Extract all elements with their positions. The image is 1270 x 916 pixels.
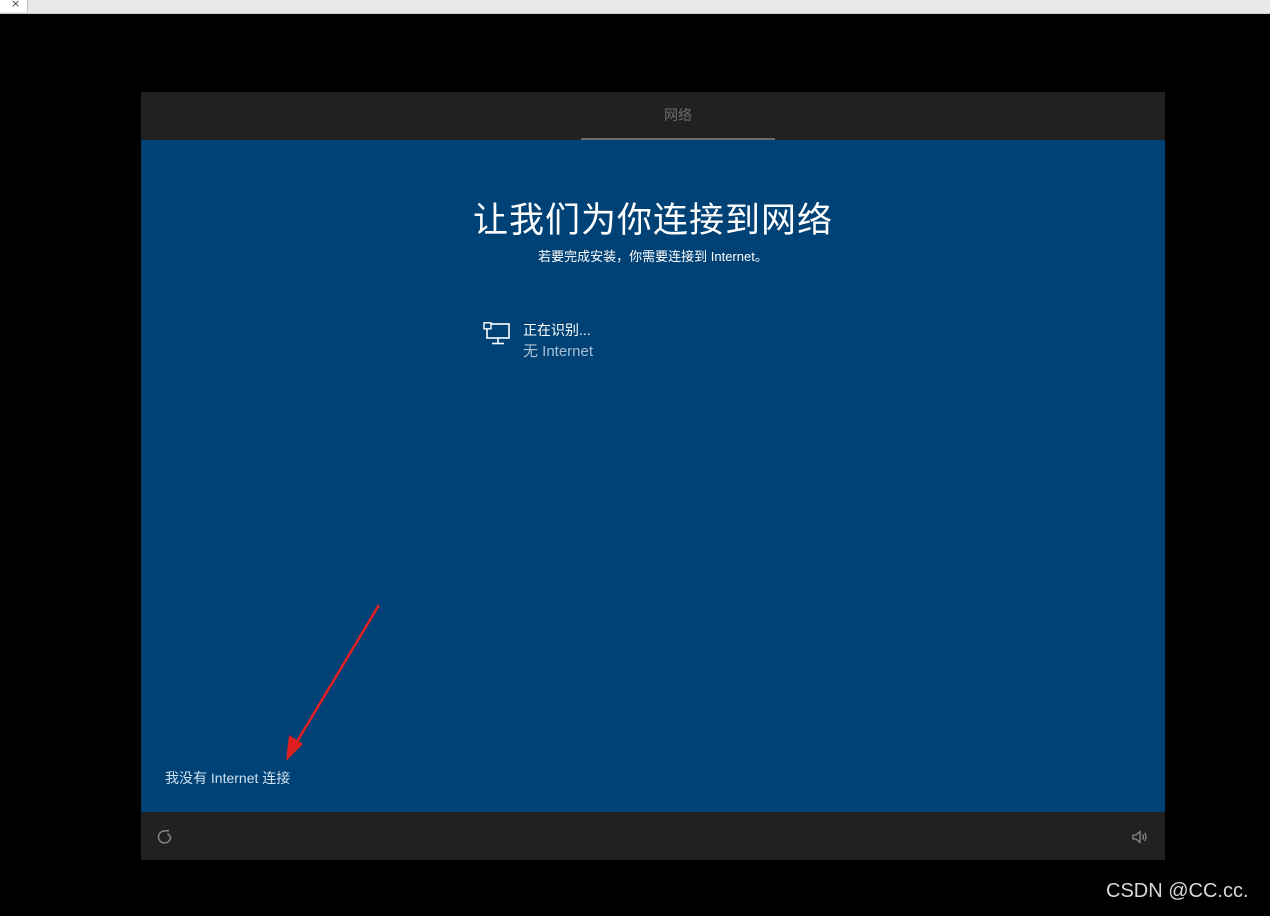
page-title: 让我们为你连接到网络: [472, 201, 833, 240]
ease-of-access-icon[interactable]: [155, 827, 175, 847]
no-internet-link[interactable]: 我没有 Internet 连接: [165, 768, 290, 788]
oobe-window: 网络 让我们为你连接到网络 若要完成安装，你需要连接到 Internet。 正在…: [141, 92, 1165, 860]
browser-tab[interactable]: ×: [0, 0, 28, 12]
volume-icon[interactable]: [1131, 828, 1149, 846]
close-tab-icon[interactable]: ×: [11, 0, 20, 10]
header-bar: 网络: [141, 92, 1165, 140]
browser-tab-strip: ×: [0, 0, 1270, 14]
tab-network: 网络: [581, 92, 775, 140]
network-list-item[interactable]: 正在识别... 无 Internet: [483, 320, 683, 360]
watermark: CSDN @CC.cc.: [1106, 880, 1249, 902]
ethernet-network-icon: [483, 322, 510, 345]
network-status: 无 Internet: [523, 343, 594, 360]
network-name: 正在识别...: [523, 322, 591, 338]
page-subtitle: 若要完成安装，你需要连接到 Internet。: [538, 249, 768, 264]
footer-bar: [141, 812, 1165, 860]
